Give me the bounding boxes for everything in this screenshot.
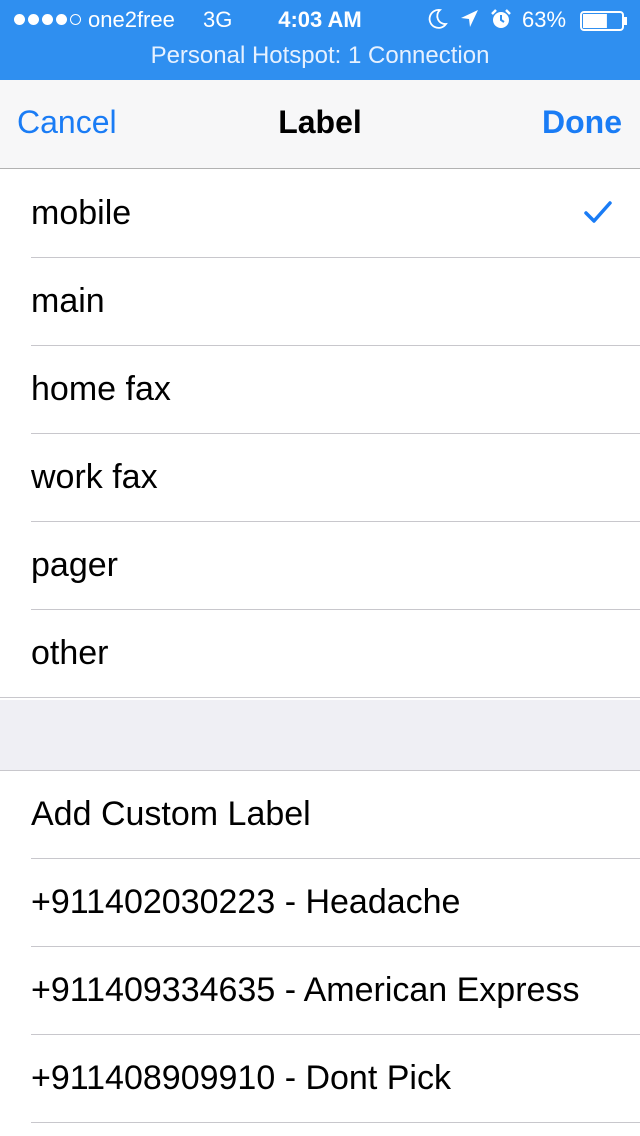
- label-option-home-fax[interactable]: home fax: [0, 346, 640, 434]
- label-option-text: other: [31, 634, 109, 672]
- add-custom-label-text: Add Custom Label: [31, 795, 311, 833]
- custom-label-item[interactable]: +911408909910 - Dont Pick: [0, 1035, 640, 1123]
- row-divider: [0, 697, 640, 698]
- custom-label-text: +911408909910 - Dont Pick: [31, 1059, 451, 1097]
- battery-percent: 63%: [522, 7, 567, 32]
- section-gap: [0, 700, 640, 770]
- label-options-list: mobile main home fax work fax pager othe…: [0, 170, 640, 698]
- checkmark-icon: [584, 201, 612, 223]
- alarm-icon: [491, 9, 511, 28]
- navigation-bar: Cancel Label Done: [0, 80, 640, 169]
- label-option-text: main: [31, 282, 105, 320]
- label-option-main[interactable]: main: [0, 258, 640, 346]
- moon-icon: [428, 9, 448, 29]
- label-option-text: home fax: [31, 370, 171, 408]
- custom-label-text: +911409334635 - American Express: [31, 971, 580, 1009]
- label-option-text: mobile: [31, 194, 132, 232]
- hotspot-banner[interactable]: Personal Hotspot: 1 Connection: [0, 42, 640, 78]
- location-arrow-icon: [461, 10, 478, 27]
- custom-label-text: +911402030223 - Headache: [31, 883, 461, 921]
- custom-labels-list: Add Custom Label +911402030223 - Headach…: [0, 770, 640, 1123]
- label-option-text: pager: [31, 546, 118, 584]
- label-option-other[interactable]: other: [0, 610, 640, 698]
- status-bar: one2free 3G 4:03 AM 63% Personal Hotspot…: [0, 0, 640, 80]
- row-divider: [31, 1122, 640, 1123]
- custom-label-item[interactable]: +911409334635 - American Express: [0, 947, 640, 1035]
- battery-icon: [580, 11, 627, 31]
- label-option-pager[interactable]: pager: [0, 522, 640, 610]
- done-button[interactable]: Done: [542, 104, 622, 141]
- label-option-text: work fax: [31, 458, 158, 496]
- custom-label-item[interactable]: +911402030223 - Headache: [0, 859, 640, 947]
- label-option-mobile[interactable]: mobile: [0, 170, 640, 258]
- label-option-work-fax[interactable]: work fax: [0, 434, 640, 522]
- add-custom-label-button[interactable]: Add Custom Label: [0, 771, 640, 859]
